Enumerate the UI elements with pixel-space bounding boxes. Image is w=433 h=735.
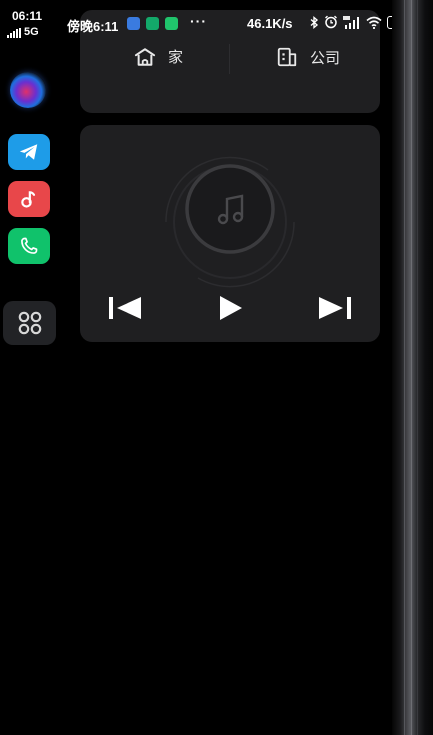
background-app-edge xyxy=(392,0,433,735)
app-phone[interactable] xyxy=(8,228,50,264)
status-bar: 傍晚6:11 ··· 46.1K/s 65 xyxy=(62,13,418,35)
phone-icon xyxy=(21,237,38,254)
app-music[interactable] xyxy=(8,181,50,217)
play-icon xyxy=(220,296,242,320)
floating-dock: 06:11 5G xyxy=(0,0,60,735)
album-disc-icon xyxy=(165,156,295,288)
all-apps-button[interactable] xyxy=(3,301,56,345)
music-widget xyxy=(80,125,380,342)
notification-app-icon xyxy=(165,17,178,30)
office-building-icon xyxy=(277,47,297,67)
hd-signal-icon xyxy=(343,15,359,29)
skip-previous-icon xyxy=(109,297,141,319)
network-type: 5G xyxy=(24,26,39,38)
skip-next-icon xyxy=(319,297,351,319)
more-notifications-icon: ··· xyxy=(190,13,207,29)
notification-app-icon xyxy=(146,17,159,30)
alarm-icon xyxy=(325,15,337,29)
network-speed: 46.1K/s xyxy=(247,16,293,31)
play-button[interactable] xyxy=(210,290,250,326)
app-telegram[interactable] xyxy=(8,134,50,170)
previous-track-button[interactable] xyxy=(105,290,145,326)
dock-signal: 5G xyxy=(7,26,39,38)
paper-plane-icon xyxy=(19,144,38,160)
divider xyxy=(229,44,230,74)
company-button[interactable]: 公司 xyxy=(276,46,340,68)
music-note-icon xyxy=(21,191,36,208)
wifi-icon xyxy=(366,16,382,29)
notification-icons xyxy=(127,17,178,30)
grid-icon xyxy=(18,311,41,335)
bluetooth-icon xyxy=(310,15,319,29)
status-time: 傍晚6:11 xyxy=(67,19,119,34)
voice-assistant-icon[interactable] xyxy=(10,72,46,108)
next-track-button[interactable] xyxy=(315,290,355,326)
dock-clock: 06:11 xyxy=(12,9,43,23)
signal-bars-icon xyxy=(7,28,21,38)
home-button[interactable]: 家 xyxy=(134,46,183,67)
home-label: 家 xyxy=(168,49,184,66)
home-icon xyxy=(134,47,156,66)
notification-app-icon xyxy=(127,17,140,30)
company-label: 公司 xyxy=(310,49,341,67)
